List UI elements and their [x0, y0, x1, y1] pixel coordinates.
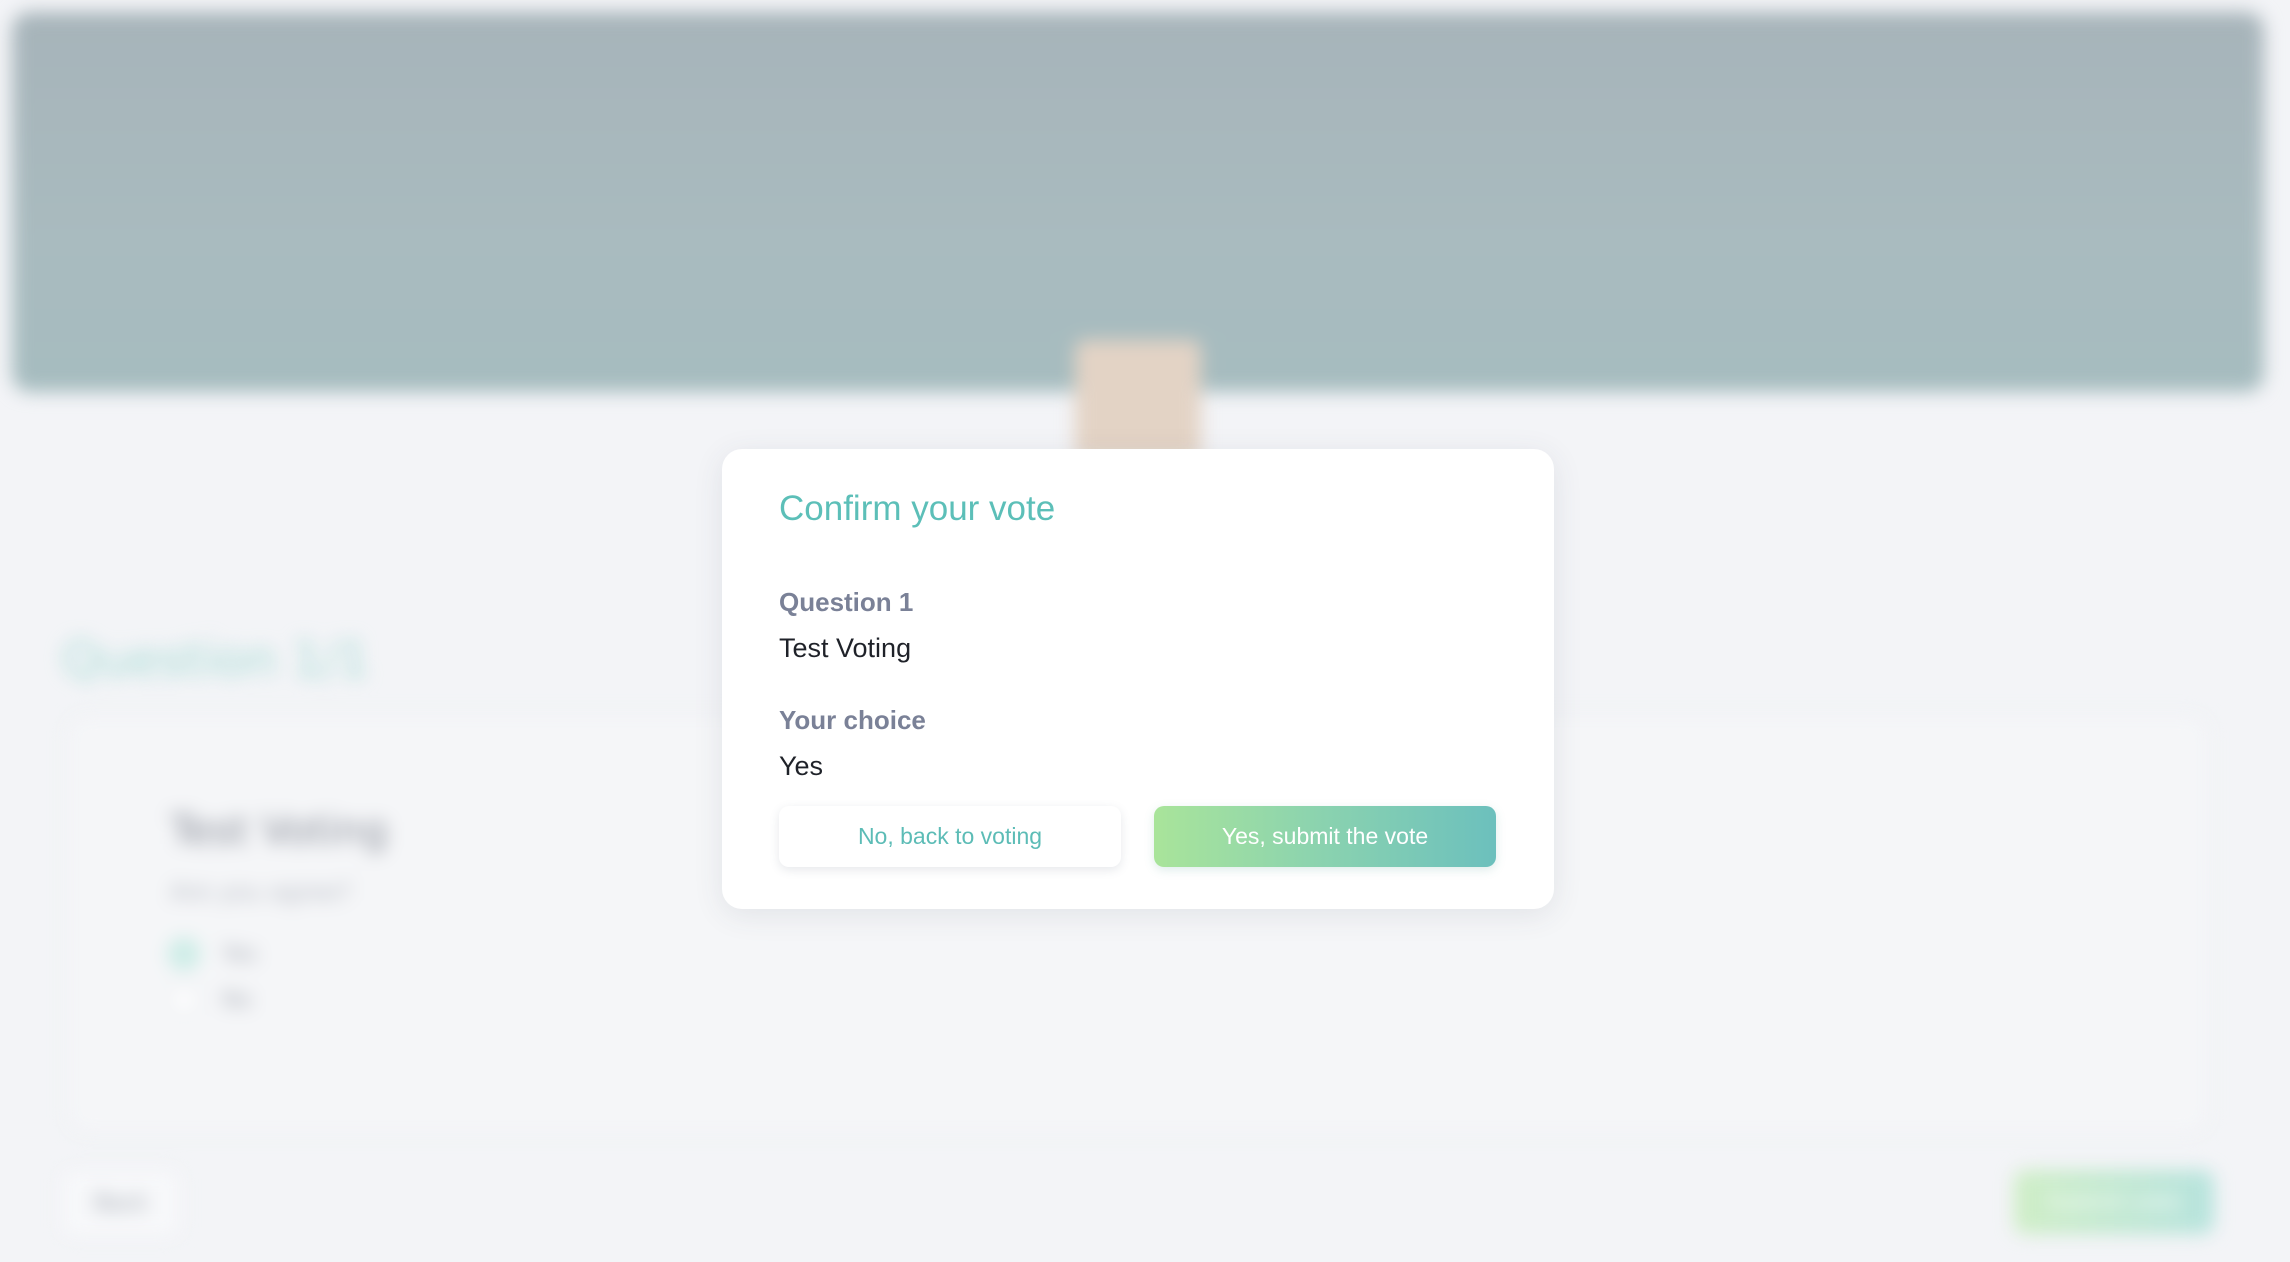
question-card-subtitle: Are you agree?	[170, 878, 352, 906]
organization-logo	[1075, 340, 1201, 460]
back-button[interactable]: Back	[62, 1170, 180, 1236]
dialog-title: Confirm your vote	[779, 489, 1056, 528]
option-label: No	[222, 987, 252, 1013]
radio-empty-icon	[168, 984, 200, 1016]
confirm-submit-button[interactable]: Yes, submit the vote	[1154, 806, 1496, 867]
confirm-vote-dialog: Confirm your vote Question 1 Test Voting…	[722, 449, 1554, 909]
choice-label: Your choice	[779, 705, 926, 735]
question-value: Test Voting	[779, 633, 912, 663]
event-banner	[12, 12, 2264, 392]
option-yes[interactable]: Yes	[168, 938, 258, 970]
choice-value: Yes	[779, 751, 824, 781]
option-no[interactable]: No	[168, 984, 252, 1016]
option-label: Yes	[222, 941, 258, 967]
question-card-title: Test Voting	[170, 808, 388, 854]
submit-vote-button[interactable]: Submit vote	[2014, 1170, 2214, 1234]
question-label: Question 1	[779, 587, 914, 617]
radio-selected-icon	[168, 938, 200, 970]
voting-page: Question 1/1 Test Voting Are you agree? …	[0, 0, 2290, 1262]
question-progress-heading: Question 1/1	[62, 632, 370, 688]
back-to-voting-button[interactable]: No, back to voting	[779, 806, 1121, 867]
